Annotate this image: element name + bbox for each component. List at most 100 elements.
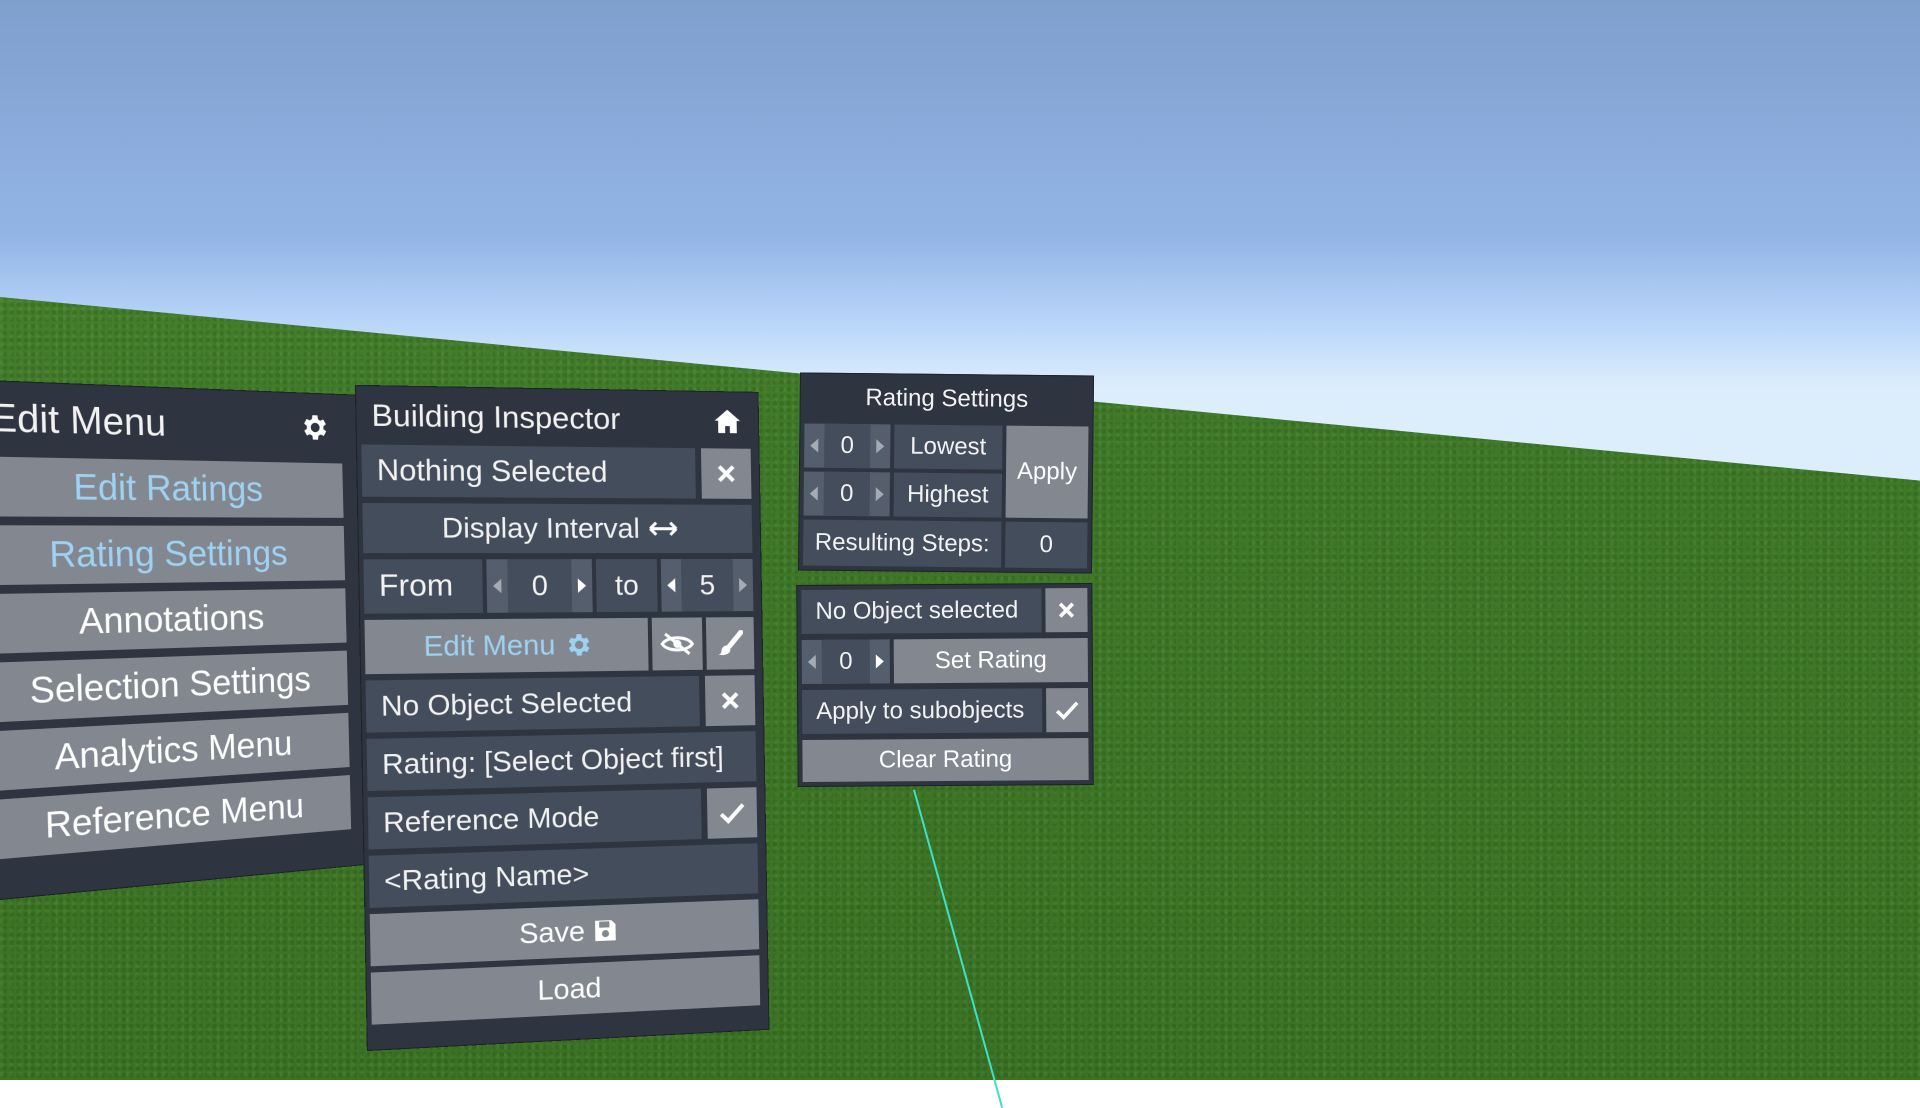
paintbrush-icon (717, 630, 743, 656)
to-stepper[interactable]: 5 (660, 558, 754, 612)
save-label: Save (518, 915, 586, 950)
nothing-selected-field: Nothing Selected (361, 444, 696, 499)
resulting-steps-value: 0 (1039, 530, 1054, 559)
lowest-label: Lowest (910, 432, 987, 461)
close-icon (1057, 601, 1075, 619)
display-interval-label: Display Interval (441, 511, 641, 544)
edit-menu-header: Edit Menu (0, 389, 344, 454)
arrows-horizontal-icon (648, 521, 678, 537)
close-icon (716, 464, 736, 484)
to-label: to (614, 569, 639, 601)
rating-settings-title: Rating Settings (865, 384, 1029, 413)
reference-menu-label: Reference Menu (44, 785, 305, 846)
highest-decrement-arrow[interactable] (804, 472, 824, 516)
rating-decrement-arrow[interactable] (802, 640, 822, 684)
highest-value: 0 (823, 471, 871, 517)
display-interval-header: Display Interval (362, 502, 753, 554)
highest-label-cell: Highest (893, 472, 1002, 518)
no-object-selected-field: No Object Selected (365, 675, 700, 733)
set-rating-label: Set Rating (934, 646, 1047, 675)
close-icon (720, 690, 740, 710)
from-increment-arrow[interactable] (571, 559, 592, 612)
checkmark-icon (1055, 700, 1079, 721)
rating-text-field: Rating: [Select Object first] (366, 731, 757, 792)
rating-name-placeholder: <Rating Name> (383, 857, 590, 897)
checkmark-icon (719, 802, 745, 825)
highest-label: Highest (906, 480, 989, 509)
home-icon[interactable] (712, 406, 742, 437)
lowest-stepper[interactable]: 0 (804, 423, 891, 469)
rating-settings-header: Rating Settings (800, 375, 1093, 423)
resulting-steps-label-cell: Resulting Steps: (803, 519, 1002, 568)
reference-mode-checkbox[interactable] (706, 787, 758, 839)
to-decrement-arrow[interactable] (661, 559, 682, 612)
analytics-menu-label: Analytics Menu (54, 723, 293, 778)
resulting-steps-value-cell: 0 (1005, 521, 1088, 569)
clear-object-selection-button[interactable] (1045, 588, 1088, 633)
reference-mode-field: Reference Mode (367, 788, 702, 850)
rating-increment-arrow[interactable] (870, 639, 890, 683)
rating-value: 0 (821, 639, 870, 684)
edit-menu-button-label: Edit Menu (423, 628, 556, 663)
from-label-cell: From (363, 559, 484, 614)
rating-text-label: Rating: [Select Object first] (381, 740, 724, 781)
hide-toggle-button[interactable] (651, 617, 703, 671)
rating-value-stepper[interactable]: 0 (801, 639, 890, 684)
from-label: From (378, 568, 454, 604)
highest-stepper[interactable]: 0 (803, 471, 891, 517)
to-label-cell: to (595, 559, 658, 613)
reference-mode-label: Reference Mode (382, 800, 600, 839)
building-inspector-title: Building Inspector (371, 398, 621, 437)
object-selected-label: No Object selected (815, 596, 1019, 625)
load-button[interactable]: Load (370, 955, 761, 1025)
apply-to-subobjects-label: Apply to subobjects (816, 696, 1025, 725)
clear-rating-label: Clear Rating (878, 745, 1013, 774)
eye-slash-icon (660, 632, 695, 657)
highest-increment-arrow[interactable] (870, 472, 890, 516)
edit-menu-panel: Edit Menu Edit Ratings Rating Settings A… (0, 379, 370, 902)
load-label: Load (537, 971, 602, 1007)
apply-to-subobjects-field: Apply to subobjects (802, 688, 1043, 734)
gear-icon (563, 630, 592, 659)
lowest-label-cell: Lowest (894, 424, 1003, 470)
nothing-selected-label: Nothing Selected (376, 453, 608, 489)
edit-menu-title: Edit Menu (0, 394, 167, 445)
rating-settings-label: Rating Settings (48, 533, 289, 576)
clear-object-button[interactable] (704, 675, 756, 727)
annotations-button[interactable]: Annotations (0, 588, 347, 655)
lowest-decrement-arrow[interactable] (804, 424, 824, 468)
apply-to-subobjects-checkbox[interactable] (1046, 688, 1089, 733)
from-value: 0 (507, 559, 573, 613)
to-increment-arrow[interactable] (733, 559, 754, 611)
edit-ratings-button[interactable]: Edit Ratings (0, 456, 344, 518)
edit-menu-button[interactable]: Edit Menu (364, 617, 649, 675)
resulting-steps-label: Resulting Steps: (814, 528, 990, 558)
rating-settings-button[interactable]: Rating Settings (0, 525, 346, 586)
rating-settings-panel: Rating Settings 0 Lowest 0 Highest Apply… (797, 372, 1095, 574)
paint-button[interactable] (705, 617, 755, 670)
from-decrement-arrow[interactable] (486, 559, 508, 613)
apply-label: Apply (1016, 457, 1078, 486)
selection-settings-button[interactable]: Selection Settings (0, 650, 349, 723)
object-selected-field: No Object selected (801, 588, 1042, 634)
save-button[interactable]: Save (369, 899, 760, 967)
floppy-disk-icon (593, 918, 618, 943)
set-rating-button[interactable]: Set Rating (893, 638, 1088, 684)
lowest-value: 0 (824, 423, 871, 469)
clear-rating-button[interactable]: Clear Rating (802, 738, 1089, 782)
building-inspector-header: Building Inspector (356, 392, 759, 445)
annotations-label: Annotations (78, 597, 265, 642)
from-stepper[interactable]: 0 (486, 559, 593, 613)
clear-selection-button[interactable] (700, 448, 752, 499)
edit-ratings-label: Edit Ratings (72, 466, 264, 509)
no-object-selected-label: No Object Selected (380, 685, 633, 722)
apply-range-button[interactable]: Apply (1005, 425, 1089, 519)
object-rating-panel: No Object selected 0 Set Rating Apply to… (796, 582, 1094, 788)
gear-icon[interactable] (297, 410, 330, 445)
to-value: 5 (680, 559, 734, 612)
reference-menu-button[interactable]: Reference Menu (0, 775, 352, 860)
rating-name-input[interactable]: <Rating Name> (368, 843, 759, 908)
lowest-increment-arrow[interactable] (870, 424, 890, 468)
selection-settings-label: Selection Settings (29, 659, 312, 712)
building-inspector-panel: Building Inspector Nothing Selected Disp… (354, 384, 770, 1052)
